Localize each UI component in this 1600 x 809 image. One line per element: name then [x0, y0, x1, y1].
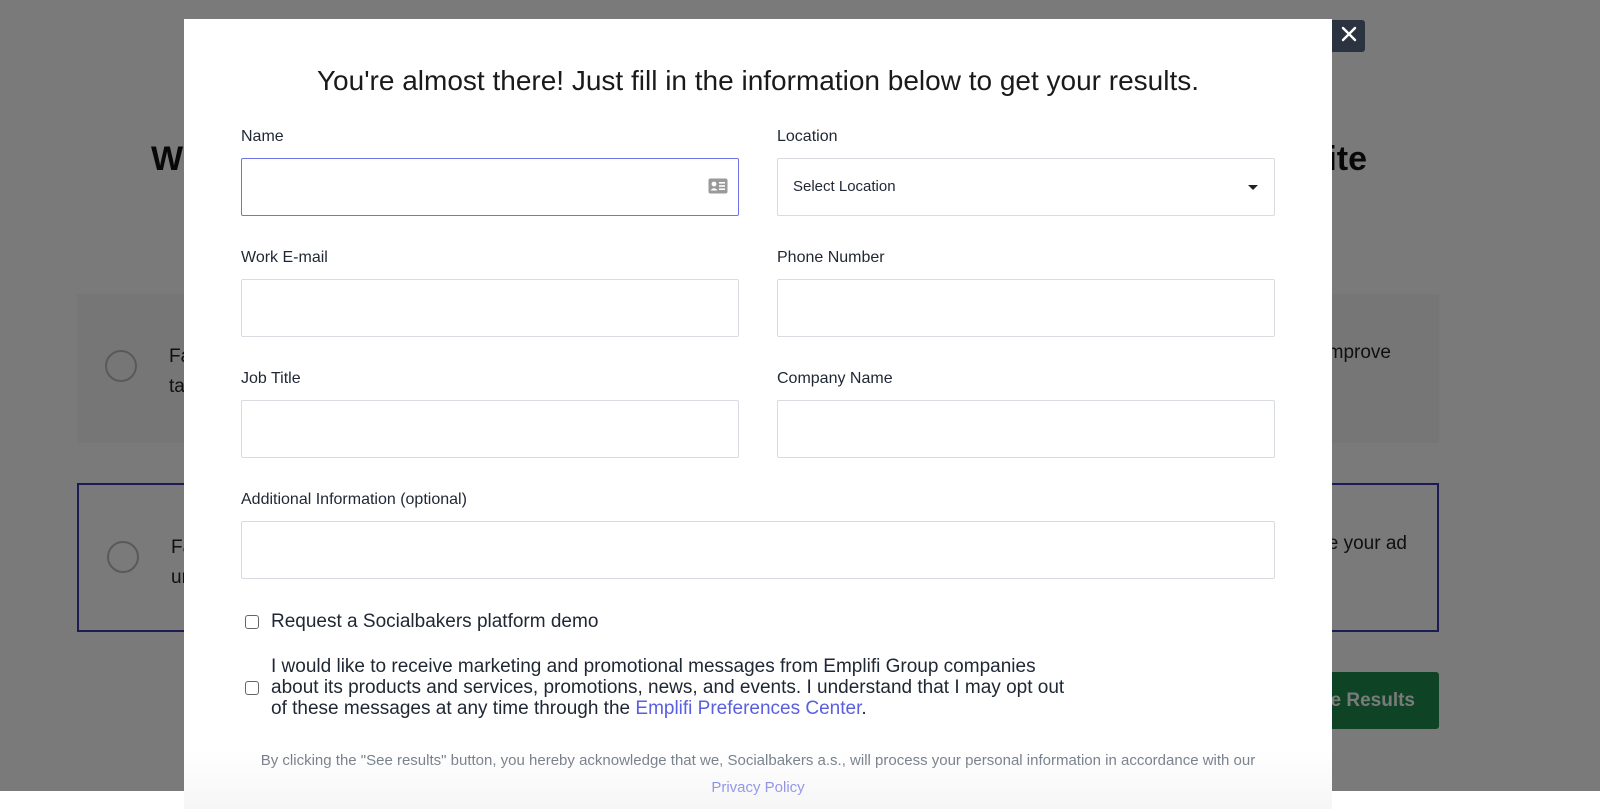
demo-checkbox-row: Request a Socialbakers platform demo	[245, 611, 598, 633]
name-label: Name	[241, 128, 284, 145]
name-input[interactable]	[241, 158, 739, 216]
location-label: Location	[777, 128, 838, 145]
work-email-input[interactable]	[241, 279, 739, 337]
phone-label: Phone Number	[777, 249, 885, 266]
close-button[interactable]	[1332, 20, 1365, 52]
marketing-checkbox-label[interactable]: I would like to receive marketing and pr…	[271, 656, 1071, 719]
lead-form-modal: You're almost there! Just fill in the in…	[184, 19, 1332, 809]
work-email-label: Work E-mail	[241, 249, 328, 266]
work-email-field-group: Work E-mail	[241, 249, 739, 337]
company-label: Company Name	[777, 370, 893, 387]
company-field-group: Company Name	[777, 370, 1275, 458]
chevron-down-icon	[1248, 185, 1258, 190]
name-field-group: Name	[241, 128, 739, 216]
marketing-checkbox-row: I would like to receive marketing and pr…	[245, 656, 1071, 719]
modal-title: You're almost there! Just fill in the in…	[316, 65, 1200, 96]
privacy-policy-link[interactable]: Privacy Policy	[184, 779, 1332, 796]
legal-notice: By clicking the "See results" button, yo…	[184, 752, 1332, 796]
job-title-field-group: Job Title	[241, 370, 739, 458]
job-title-label: Job Title	[241, 370, 301, 387]
location-selected-value: Select Location	[793, 178, 896, 195]
job-title-input[interactable]	[241, 400, 739, 458]
contact-card-icon	[708, 178, 728, 199]
phone-input[interactable]	[777, 279, 1275, 337]
additional-info-input[interactable]	[241, 521, 1275, 579]
company-input[interactable]	[777, 400, 1275, 458]
demo-checkbox[interactable]	[245, 615, 259, 629]
marketing-checkbox[interactable]	[245, 680, 259, 695]
demo-checkbox-label[interactable]: Request a Socialbakers platform demo	[271, 611, 598, 633]
close-icon	[1341, 26, 1357, 47]
additional-info-label: Additional Information (optional)	[241, 491, 467, 508]
preferences-center-link[interactable]: Emplifi Preferences Center	[635, 698, 861, 719]
additional-info-field-group: Additional Information (optional)	[241, 491, 1275, 579]
phone-field-group: Phone Number	[777, 249, 1275, 337]
location-select[interactable]: Select Location	[777, 158, 1275, 216]
location-field-group: Location Select Location	[777, 128, 1275, 216]
